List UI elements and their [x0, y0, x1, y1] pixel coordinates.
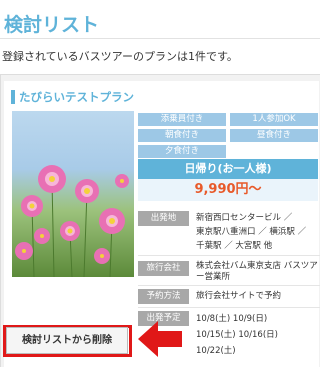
date-line: 10/8(土) 10/9(日)	[196, 314, 268, 324]
arrow-left-icon	[138, 321, 182, 357]
agency-label: 旅行会社	[138, 261, 189, 276]
departure-value: 新宿西口センタービル ／ 東京駅八重洲口 ／ 横浜駅 ／ 千葉駅 ／ 大宮駅 他	[196, 211, 320, 253]
detail-divider	[138, 255, 320, 256]
badge-solo-ok: 1人参加OK	[230, 113, 318, 126]
booking-label: 予約方法	[138, 289, 189, 304]
badge-tour-conductor: 添乗員付き	[138, 113, 226, 126]
plan-title-link[interactable]: たびらいテストプラン	[19, 89, 134, 105]
page-title: 検討リスト	[4, 14, 100, 36]
date-line: 10/22(土)	[196, 346, 236, 356]
plan-photo[interactable]	[12, 111, 134, 277]
agency-value: 株式会社バム東京支店 バスツア ー営業所	[196, 261, 320, 283]
detail-divider	[138, 307, 320, 308]
cosmos-flowers-image	[15, 165, 129, 277]
duration-label: 日帰り(お一人様)	[138, 159, 318, 179]
result-count-text: 登録されているバスツアーのプランは1件です。	[2, 50, 238, 63]
agency-line: ー営業所	[196, 272, 231, 282]
departure-line: 新宿西口センタービル ／	[196, 213, 293, 223]
plan-price: 9,990円〜	[138, 179, 318, 201]
date-line: 10/15(土) 10/16(日)	[196, 330, 278, 340]
badge-breakfast: 朝食付き	[138, 129, 226, 142]
booking-value: 旅行会社サイトで予約	[196, 291, 282, 301]
departure-line: 千葉駅 ／ 大宮駅 他	[196, 241, 273, 251]
detail-divider	[138, 285, 320, 286]
dates-value: 10/8(土) 10/9(日) 10/15(土) 10/16(日) 10/22(…	[196, 311, 320, 359]
plan-title-accent-bar	[11, 90, 15, 104]
agency-line: 株式会社バム東京支店 バスツア	[196, 261, 318, 271]
badge-lunch: 昼食付き	[230, 129, 318, 142]
title-divider	[0, 38, 320, 39]
departure-label: 出発地	[138, 211, 189, 226]
departure-line: 東京駅八重洲口 ／ 横浜駅 ／	[196, 227, 307, 237]
badge-dinner: 夕食付き	[138, 145, 226, 158]
remove-from-list-button[interactable]: 検討リストから削除	[6, 327, 128, 354]
